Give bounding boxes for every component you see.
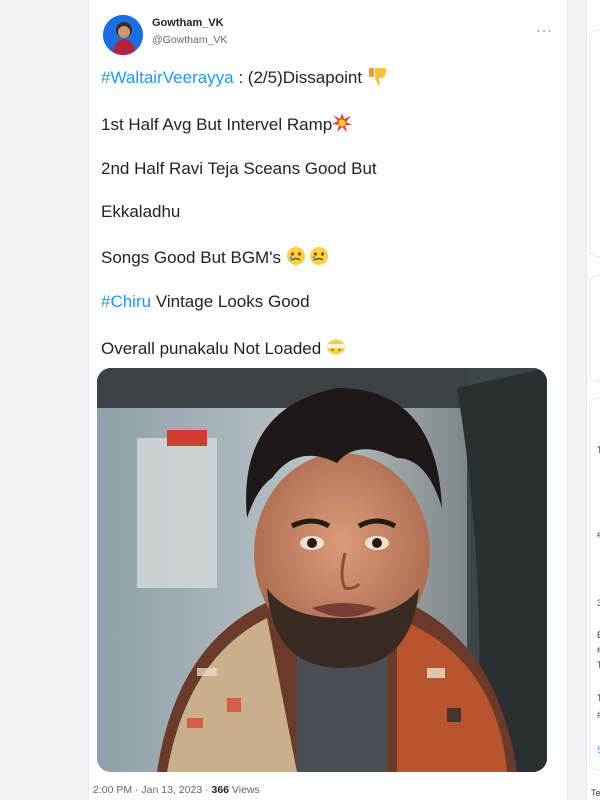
- user-handle[interactable]: @Gowtham_VK: [152, 34, 227, 46]
- tweet-line-2: 1st Half Avg But Intervel Ramp: [101, 113, 353, 138]
- tweet-card: Gowtham_VK @Gowtham_VK ··· #WaltairVeera…: [88, 0, 568, 800]
- tweet-line-1: #WaltairVeerayya : (2/5)Dissapoint: [101, 66, 389, 91]
- hashtag-chiru[interactable]: #Chiru: [101, 292, 151, 311]
- views-label: Views: [229, 784, 260, 796]
- tweet-text: 2nd Half Ravi Teja Sceans Good But: [101, 159, 377, 178]
- tweet-meta: 2:00 PM · Jan 13, 2023 · 366 Views: [93, 784, 260, 796]
- hashtag-waltairveerayya[interactable]: #WaltairVeerayya: [101, 68, 234, 87]
- tweet-line-4: Ekkaladhu: [101, 202, 180, 222]
- tweet-text: Ekkaladhu: [101, 202, 181, 221]
- crying-face-icon: [286, 246, 306, 271]
- tweet-timestamp[interactable]: 2:00 PM · Jan 13, 2023 ·: [93, 784, 211, 796]
- thumbs-down-icon: [367, 66, 389, 91]
- avatar-image: [103, 15, 143, 55]
- photo-man-in-car: [97, 368, 547, 772]
- more-options-icon[interactable]: ···: [536, 22, 553, 38]
- tweet-line-3: 2nd Half Ravi Teja Sceans Good But: [101, 159, 377, 179]
- collision-icon: [332, 113, 353, 138]
- crying-face-icon: [309, 246, 329, 271]
- tweet-text: Songs Good But BGM's: [101, 247, 286, 267]
- tweet-line-6: #Chiru Vintage Looks Good: [101, 292, 310, 312]
- bandaged-face-icon: [326, 338, 346, 361]
- tweet-text: 1st Half Avg But Intervel Ramp: [101, 114, 333, 134]
- tweet-text: : (2/5)Dissapoint: [233, 67, 367, 87]
- page: Gowtham_VK @Gowtham_VK ··· #WaltairVeera…: [0, 0, 600, 800]
- right-sidebar: T # 3 E # T T # S Te: [586, 0, 600, 800]
- tweet-photo[interactable]: [97, 368, 547, 772]
- tweet-text: Overall punakalu Not Loaded: [101, 338, 326, 358]
- sidebar-card: [589, 275, 600, 382]
- tweet-text: Vintage Looks Good: [151, 292, 310, 311]
- tweet-line-5: Songs Good But BGM's: [101, 246, 329, 271]
- display-name[interactable]: Gowtham_VK: [152, 17, 224, 29]
- avatar[interactable]: [103, 15, 143, 55]
- tweet-line-7: Overall punakalu Not Loaded: [101, 338, 346, 361]
- views-count: 366: [211, 784, 230, 796]
- sidebar-card: [589, 30, 600, 257]
- sidebar-footer-text[interactable]: Te: [591, 788, 600, 798]
